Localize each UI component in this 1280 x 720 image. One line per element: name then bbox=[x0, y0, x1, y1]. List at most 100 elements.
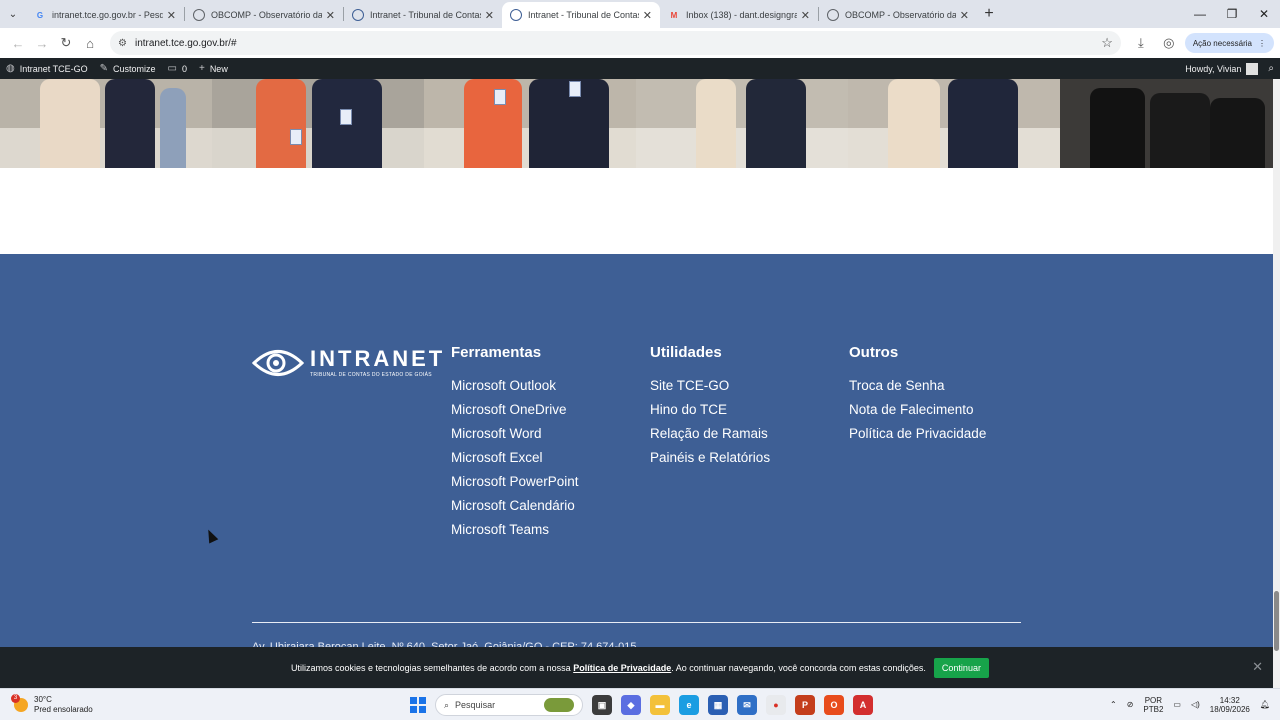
reload-icon[interactable]: ↻ bbox=[54, 31, 78, 55]
event-photo[interactable] bbox=[848, 79, 1060, 168]
admin-site-name: Intranet TCE-GO bbox=[19, 63, 88, 74]
action-required-label: Ação necessária bbox=[1192, 38, 1252, 48]
new-tab-button[interactable]: + bbox=[977, 0, 1001, 28]
site-info-icon[interactable]: ⚙ bbox=[118, 38, 127, 49]
eye-logo-icon bbox=[252, 350, 304, 376]
cookie-accept-button[interactable]: Continuar bbox=[933, 657, 989, 678]
windows-start-icon[interactable] bbox=[410, 697, 426, 713]
tab-title: intranet.tce.go.gov.br - Pesquisa bbox=[52, 10, 163, 20]
footer-link-calendario[interactable]: Microsoft Calendário bbox=[451, 494, 579, 518]
window-controls: — ❐ ✕ bbox=[1184, 0, 1280, 28]
event-photo[interactable] bbox=[636, 79, 848, 168]
back-icon[interactable]: ← bbox=[6, 31, 30, 55]
minimize-icon[interactable]: — bbox=[1184, 0, 1216, 28]
footer-link-ramais[interactable]: Relação de Ramais bbox=[650, 422, 770, 446]
volume-icon[interactable]: ◁) bbox=[1191, 700, 1200, 709]
tab-close-icon[interactable]: ✕ bbox=[960, 9, 969, 22]
weather-desc: Pred ensolarado bbox=[34, 704, 93, 714]
language-bottom: PTB2 bbox=[1143, 704, 1164, 714]
tab-search-icon[interactable]: ⌄ bbox=[0, 0, 26, 28]
cookie-text: Utilizamos cookies e tecnologias semelha… bbox=[291, 662, 571, 673]
store-icon[interactable]: ▦ bbox=[708, 695, 728, 715]
brush-icon: ✎ bbox=[99, 63, 108, 74]
home-icon[interactable]: ⌂ bbox=[78, 31, 102, 55]
admin-comments-count: 0 bbox=[181, 63, 187, 74]
taskbar-search-input[interactable]: ⌕ Pesquisar bbox=[435, 694, 583, 716]
task-view-icon[interactable]: ▣ bbox=[592, 695, 612, 715]
network-off-icon[interactable]: ⊘ bbox=[1127, 700, 1134, 709]
admin-howdy-link[interactable]: Howdy, Vivian bbox=[1185, 64, 1241, 74]
admin-new-link[interactable]: + New bbox=[199, 63, 228, 74]
footer-link-privacidade[interactable]: Política de Privacidade bbox=[849, 422, 986, 446]
event-photo[interactable] bbox=[212, 79, 424, 168]
footer-link-falecimento[interactable]: Nota de Falecimento bbox=[849, 398, 986, 422]
language-top: POR bbox=[1144, 695, 1163, 705]
cookie-close-icon[interactable]: ✕ bbox=[1252, 659, 1263, 675]
address-bar[interactable]: ⚙ intranet.tce.go.gov.br/# ☆ bbox=[110, 31, 1121, 55]
display-icon[interactable]: ▭ bbox=[1173, 700, 1181, 709]
footer-link-paineis[interactable]: Painéis e Relatórios bbox=[650, 446, 770, 470]
profile-icon[interactable]: ◎ bbox=[1157, 31, 1181, 55]
footer-link-word[interactable]: Microsoft Word bbox=[451, 422, 579, 446]
edge-icon[interactable]: e bbox=[679, 695, 699, 715]
restore-icon[interactable]: ❐ bbox=[1216, 0, 1248, 28]
tab-title: OBCOMP - Observatório da Co... bbox=[845, 10, 956, 20]
footer-link-powerpoint[interactable]: Microsoft PowerPoint bbox=[451, 470, 579, 494]
tab-close-icon[interactable]: ✕ bbox=[326, 9, 335, 22]
tab-close-icon[interactable]: ✕ bbox=[485, 9, 494, 22]
footer-link-onedrive[interactable]: Microsoft OneDrive bbox=[451, 398, 579, 422]
tab-close-icon[interactable]: ✕ bbox=[167, 9, 176, 22]
event-photo[interactable] bbox=[424, 79, 636, 168]
admin-search-icon[interactable]: ⌕ bbox=[1268, 63, 1274, 74]
footer-column-outros: Outros Troca de Senha Nota de Faleciment… bbox=[849, 344, 986, 446]
tab-close-icon[interactable]: ✕ bbox=[643, 9, 652, 22]
office-icon[interactable]: O bbox=[824, 695, 844, 715]
admin-customize-link[interactable]: ✎ Customize bbox=[100, 63, 156, 74]
copilot-icon[interactable]: ◆ bbox=[621, 695, 641, 715]
windows-taskbar: 3 30°C Pred ensolarado ⌕ Pesquisar ▣ ◆ ▬… bbox=[0, 688, 1280, 720]
file-explorer-icon[interactable]: ▬ bbox=[650, 695, 670, 715]
tab-favicon-icon: M bbox=[670, 10, 678, 20]
footer-link-hino[interactable]: Hino do TCE bbox=[650, 398, 770, 422]
bookmark-star-icon[interactable]: ☆ bbox=[1101, 35, 1113, 51]
tray-chevron-icon[interactable]: ⌃ bbox=[1110, 700, 1117, 709]
weather-badge: 3 bbox=[11, 693, 20, 703]
footer-link-outlook[interactable]: Microsoft Outlook bbox=[451, 374, 579, 398]
footer-link-troca-senha[interactable]: Troca de Senha bbox=[849, 374, 986, 398]
browser-tab[interactable]: M Inbox (138) - dant.designgrafic... ✕ bbox=[660, 2, 818, 28]
language-indicator[interactable]: POR PTB2 bbox=[1143, 696, 1163, 714]
browser-tab[interactable]: OBCOMP - Observatório da Co... ✕ bbox=[819, 2, 977, 28]
footer-link-teams[interactable]: Microsoft Teams bbox=[451, 518, 579, 542]
tab-close-icon[interactable]: ✕ bbox=[801, 9, 810, 22]
event-photo[interactable] bbox=[1060, 79, 1273, 168]
browser-tab[interactable]: Intranet - Tribunal de Contas d... ✕ bbox=[344, 2, 502, 28]
clock-date: 18/09/2026 bbox=[1209, 704, 1250, 714]
action-required-button[interactable]: Ação necessária ⋮ bbox=[1184, 33, 1274, 53]
browser-tab[interactable]: Intranet - Tribunal de Contas d... ✕ bbox=[502, 2, 660, 28]
weather-widget[interactable]: 3 30°C Pred ensolarado bbox=[11, 693, 134, 715]
scrollbar-thumb[interactable] bbox=[1274, 591, 1279, 651]
browser-tab[interactable]: OBCOMP - Observatório da Co... ✕ bbox=[185, 2, 343, 28]
intranet-logo[interactable]: INTRANET TRIBUNAL DE CONTAS DO ESTADO DE… bbox=[252, 346, 445, 380]
avatar[interactable] bbox=[1246, 62, 1259, 75]
forward-icon[interactable]: → bbox=[30, 31, 54, 55]
footer-link-site-tce[interactable]: Site TCE-GO bbox=[650, 374, 770, 398]
event-photo[interactable] bbox=[0, 79, 212, 168]
admin-comments-link[interactable]: ▭ 0 bbox=[168, 63, 187, 74]
footer-link-excel[interactable]: Microsoft Excel bbox=[451, 446, 579, 470]
chrome-icon[interactable]: ● bbox=[766, 695, 786, 715]
tab-title: Inbox (138) - dant.designgrafic... bbox=[686, 10, 797, 20]
page-scrollbar[interactable] bbox=[1273, 79, 1280, 688]
clock[interactable]: 14:32 18/09/2026 bbox=[1210, 696, 1250, 714]
close-window-icon[interactable]: ✕ bbox=[1248, 0, 1280, 28]
cookie-privacy-link[interactable]: Política de Privacidade bbox=[573, 663, 671, 673]
admin-site-link[interactable]: ◍ Intranet TCE-GO bbox=[6, 63, 88, 74]
tab-favicon-icon bbox=[352, 9, 364, 21]
kebab-menu-icon[interactable]: ⋮ bbox=[1258, 39, 1266, 48]
notification-bell-icon[interactable]: 🔔︎ bbox=[1260, 700, 1270, 709]
browser-tab[interactable]: Gintranet.tce.go.gov.br - Pesquisa ✕ bbox=[26, 2, 184, 28]
acrobat-icon[interactable]: A bbox=[853, 695, 873, 715]
outlook-icon[interactable]: ✉ bbox=[737, 695, 757, 715]
powerpoint-icon[interactable]: P bbox=[795, 695, 815, 715]
download-icon[interactable]: ⤓ bbox=[1129, 31, 1153, 55]
